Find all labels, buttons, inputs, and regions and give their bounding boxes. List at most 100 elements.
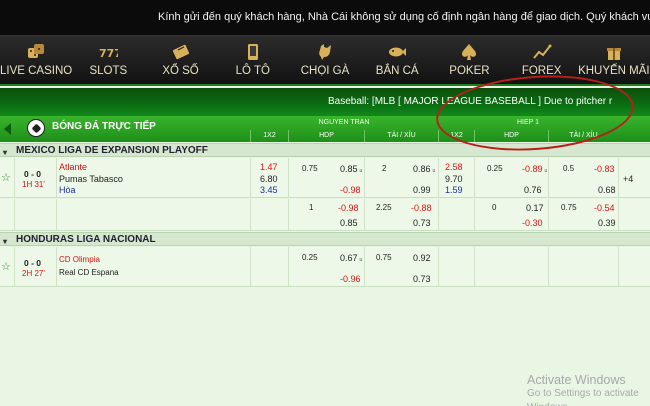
activate-windows-watermark: Activate Windows Go to Settings to activ… (527, 373, 650, 406)
h1-hdp-home-odds[interactable]: 0.17 (526, 203, 544, 213)
hdp-away-odds[interactable]: -0.98 (340, 185, 361, 195)
col-hdp: HDP (288, 130, 364, 142)
nav-label: SLOTS (89, 65, 128, 77)
col-over-under: TÀI / XỈU (364, 130, 438, 142)
col-1x2-half: 1X2 (438, 130, 474, 142)
nav-forex[interactable]: FOREX (506, 36, 578, 84)
main-nav: LIVE CASINO 777 SLOTS XỔ SỐ LÔ TÔ CHỌI G… (0, 35, 650, 86)
odds-1x2-home[interactable]: 1.47 (260, 162, 278, 172)
more-markets-button[interactable]: +4 (623, 174, 633, 184)
hdp-away-odds[interactable]: -0.96 (340, 274, 361, 284)
nav-label: POKER (449, 65, 490, 77)
h1-ou-over-odds[interactable]: -0.54 (594, 203, 615, 213)
hdp-line: 0.75 (302, 164, 318, 173)
notice-marquee: Kính gửi đến quý khách hàng, Nhà Cái khô… (0, 0, 650, 35)
ou-under-odds[interactable]: 0.99 (413, 185, 431, 195)
draw-label: Hòa (59, 185, 76, 195)
home-team: CD Olimpia (59, 255, 100, 264)
phone-icon (247, 44, 258, 60)
h1-hdp-away-odds[interactable]: -0.30 (522, 218, 543, 228)
h1-ou-over-odds[interactable]: -0.83 (594, 164, 615, 174)
fish-icon (389, 47, 407, 57)
match-row: ☆ 0 - 0 1H 31' Atlante Pumas Tabasco Hòa… (0, 158, 650, 198)
gift-icon (606, 48, 621, 60)
hdp-home-odds[interactable]: 0.85 u (340, 164, 362, 174)
chart-icon (532, 44, 552, 59)
h1-odds-1x2-home[interactable]: 2.58 (445, 162, 463, 172)
nav-ban-ca[interactable]: BẮN CÁ (361, 36, 433, 84)
home-team: Atlante (59, 162, 88, 172)
nav-label: BẮN CÁ (375, 65, 419, 77)
nav-xo-so[interactable]: XỔ SỐ (144, 36, 216, 84)
ou-over-odds[interactable]: 0.86 u (413, 164, 435, 174)
odds-header: BÓNG ĐÁ TRỰC TIẾP NGUYEN TRAN HIEP 1 1X2… (0, 116, 650, 142)
h1-ou-line: 0.5 (563, 164, 575, 173)
h1-ou-line: 0.75 (561, 203, 577, 212)
h1-ou-under-odds[interactable]: 0.68 (598, 185, 616, 195)
nav-label: CHỌI GÀ (300, 65, 350, 77)
match-row-alt-lines: 1 -0.98 0.85 2.25 -0.88 0.73 0 0.17 -0.3… (0, 199, 650, 231)
soccer-ball-icon (27, 119, 45, 137)
col-1x2: 1X2 (250, 130, 288, 142)
nav-label: XỔ SỐ (162, 65, 199, 77)
nav-label: FOREX (521, 65, 562, 77)
nav-label: KHUYẾN MÃI (578, 65, 650, 77)
hdp-line: 1 (309, 203, 314, 212)
watermark-subtitle: Go to Settings to activate Windows. (527, 388, 639, 406)
collapse-arrow-icon[interactable] (4, 123, 11, 135)
nav-choi-ga[interactable]: CHỌI GÀ (289, 36, 361, 84)
nav-label: LÔ TÔ (235, 65, 270, 77)
league-name: MEXICO LIGA DE EXPANSION PLAYOFF (16, 145, 208, 156)
group-full-time: NGUYEN TRAN (318, 119, 370, 126)
dice-icon (28, 44, 45, 58)
h1-hdp-line: 0 (492, 203, 497, 212)
league-name: HONDURAS LIGA NACIONAL (16, 234, 156, 245)
match-time: 2H 27' (22, 269, 45, 278)
ou-over-odds[interactable]: 0.92 (413, 253, 431, 263)
nav-khuyen-mai[interactable]: KHUYẾN MÃI (578, 36, 650, 84)
svg-text:777: 777 (99, 47, 118, 60)
match-time: 1H 31' (22, 180, 45, 189)
league-header[interactable]: ▾ HONDURAS LIGA NACIONAL (0, 232, 650, 246)
watermark-title: Activate Windows (527, 373, 626, 387)
h1-odds-1x2-draw[interactable]: 1.59 (445, 185, 463, 195)
ou-line: 0.75 (376, 253, 392, 262)
news-ticker: Baseball: [MLB [ MAJOR LEAGUE BASEBALL ]… (0, 88, 650, 116)
ou-line: 2.25 (376, 203, 392, 212)
favorite-star-icon[interactable]: ☆ (1, 171, 11, 184)
nav-slots[interactable]: 777 SLOTS (72, 36, 144, 84)
nav-poker[interactable]: POKER (433, 36, 505, 84)
match-score: 0 - 0 (24, 169, 42, 179)
match-row: ☆ 0 - 0 2H 27' CD Olimpia Real CD Espana… (0, 247, 650, 287)
match-score: 0 - 0 (24, 258, 42, 268)
nav-lo-to[interactable]: LÔ TÔ (217, 36, 289, 84)
nav-label: LIVE CASINO (0, 65, 73, 77)
hdp-home-odds[interactable]: 0.67 u (340, 253, 362, 263)
h1-hdp-home-odds[interactable]: -0.89 u (522, 164, 547, 174)
hdp-home-odds[interactable]: -0.98 (338, 203, 359, 213)
away-team: Pumas Tabasco (59, 174, 123, 184)
h1-hdp-away-odds[interactable]: 0.76 (524, 185, 542, 195)
h1-hdp-line: 0.25 (487, 164, 503, 173)
h1-ou-under-odds[interactable]: 0.39 (598, 218, 616, 228)
league-header[interactable]: ▾ MEXICO LIGA DE EXPANSION PLAYOFF (0, 143, 650, 157)
ou-line: 2 (382, 164, 387, 173)
odds-1x2-draw[interactable]: 3.45 (260, 185, 278, 195)
ou-over-odds[interactable]: -0.88 (411, 203, 432, 213)
hdp-away-odds[interactable]: 0.85 (340, 218, 358, 228)
slot-777-icon: 777 (99, 47, 118, 60)
away-team: Real CD Espana (59, 268, 119, 277)
odds-1x2-away[interactable]: 6.80 (260, 174, 278, 184)
section-title: BÓNG ĐÁ TRỰC TIẾP (52, 121, 156, 132)
rooster-icon (319, 44, 331, 60)
h1-odds-1x2-away[interactable]: 9.70 (445, 174, 463, 184)
hdp-line: 0.25 (302, 253, 318, 262)
col-over-under-half: TÀI / XỈU (548, 130, 618, 142)
nav-live-casino[interactable]: LIVE CASINO (0, 36, 72, 84)
group-first-half: HIEP 1 (516, 119, 540, 126)
ou-under-odds[interactable]: 0.73 (413, 218, 431, 228)
spade-icon (462, 44, 477, 60)
col-hdp-half: HDP (474, 130, 548, 142)
favorite-star-icon[interactable]: ☆ (1, 260, 11, 273)
ou-under-odds[interactable]: 0.73 (413, 274, 431, 284)
